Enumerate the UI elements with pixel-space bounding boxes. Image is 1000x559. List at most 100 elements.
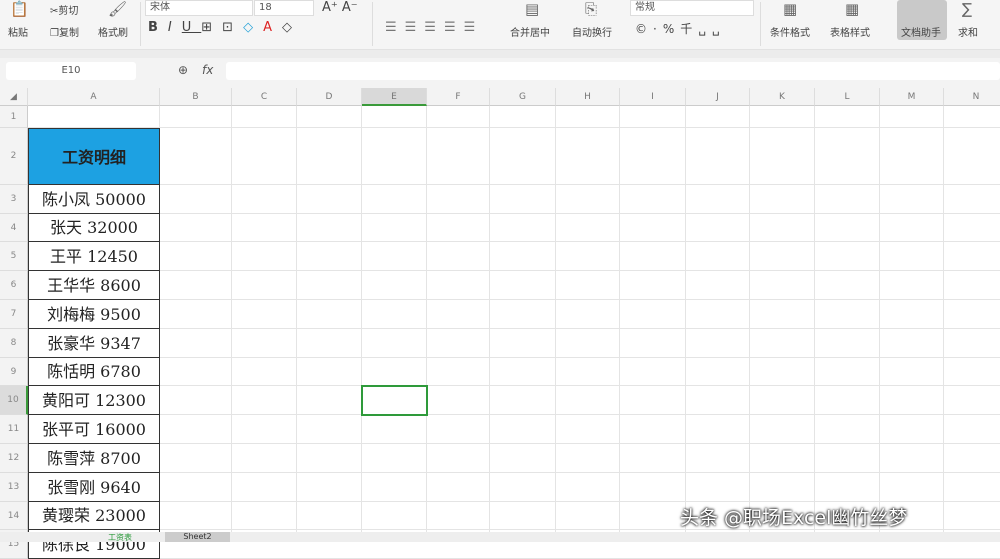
gridline	[879, 106, 880, 532]
sum-button[interactable]: 求和	[958, 24, 978, 39]
gridline	[28, 184, 1000, 185]
brush-icon: 🖌	[108, 0, 128, 18]
conditional-format-button[interactable]: 条件格式	[770, 24, 810, 39]
wrap-text-button[interactable]: 自动换行	[572, 24, 612, 39]
conditional-format-icon: ▦	[783, 0, 798, 18]
gridline	[28, 385, 1000, 386]
divider	[760, 2, 761, 46]
gridline	[28, 299, 1000, 300]
row-header[interactable]: 4	[0, 214, 28, 242]
gridline	[619, 106, 620, 532]
row-header[interactable]: 12	[0, 444, 28, 473]
paste-button[interactable]: 粘贴	[8, 24, 28, 39]
salary-cell[interactable]: 黄璎荣 23000	[28, 502, 160, 530]
divider	[140, 2, 141, 46]
gridline	[685, 106, 686, 532]
doc-helper-button[interactable]: 文档助手	[897, 0, 947, 40]
row-header[interactable]: 11	[0, 415, 28, 444]
column-header[interactable]: H	[556, 88, 620, 106]
sheet-tab[interactable]: 工资表	[108, 532, 132, 543]
column-header[interactable]: L	[815, 88, 880, 106]
copy-button[interactable]: ❐复制	[50, 24, 79, 39]
gridline	[28, 127, 1000, 128]
sheet-tab[interactable]: Sheet2	[165, 532, 230, 542]
column-header[interactable]: N	[944, 88, 1000, 106]
salary-cell[interactable]: 王平 12450	[28, 242, 160, 271]
row-header[interactable]: 2	[0, 128, 28, 185]
number-format-buttons[interactable]: ©·%千␣␣	[635, 20, 725, 37]
font-select[interactable]: 宋体	[145, 0, 253, 16]
cut-button[interactable]: ✂剪切	[50, 2, 78, 17]
row-header[interactable]: 8	[0, 329, 28, 358]
paste-icon: 📋	[10, 0, 29, 18]
column-header[interactable]: G	[490, 88, 556, 106]
column-header[interactable]: M	[880, 88, 944, 106]
salary-cell[interactable]: 张雪刚 9640	[28, 473, 160, 502]
name-box[interactable]: E10	[6, 62, 136, 80]
row-header[interactable]: 14	[0, 502, 28, 530]
table-style-button[interactable]: 表格样式	[830, 24, 870, 39]
gridline	[28, 501, 1000, 502]
font-size-select[interactable]: 18	[254, 0, 314, 16]
column-header[interactable]: E	[362, 88, 427, 106]
gridline	[555, 106, 556, 532]
merge-icon: ▤	[525, 0, 540, 18]
row-header[interactable]: 9	[0, 358, 28, 386]
salary-cell[interactable]: 张天 32000	[28, 214, 160, 242]
column-header[interactable]: I	[620, 88, 686, 106]
formula-bar: E10 ⊕ fx	[0, 58, 1000, 88]
column-header[interactable]: A	[28, 88, 160, 106]
row-header[interactable]: 1	[0, 106, 28, 128]
row-header[interactable]: 6	[0, 271, 28, 300]
row-header[interactable]: 13	[0, 473, 28, 502]
salary-cell[interactable]: 张平可 16000	[28, 415, 160, 444]
copy-label: 复制	[58, 28, 79, 39]
column-header[interactable]: J	[686, 88, 750, 106]
formula-input[interactable]	[226, 62, 1000, 80]
salary-cell[interactable]: 王华华 8600	[28, 271, 160, 300]
format-painter-button[interactable]: 格式刷	[98, 24, 128, 39]
salary-cell[interactable]: 陈雪萍 8700	[28, 444, 160, 473]
align-buttons[interactable]: ☰☰☰☰☰	[385, 20, 483, 35]
gridline	[426, 106, 427, 532]
column-header[interactable]: D	[297, 88, 362, 106]
number-format-select[interactable]: 常规	[630, 0, 754, 16]
divider	[372, 2, 373, 46]
salary-cell[interactable]: 刘梅梅 9500	[28, 300, 160, 329]
column-header[interactable]: K	[750, 88, 815, 106]
fx-button[interactable]: fx	[202, 63, 213, 77]
gridline	[28, 443, 1000, 444]
spreadsheet-grid[interactable]: ◢ A B C D E F G H I J K L M N 1 2 3 4 5 6 7 8 9 10 11 12 13 14 15 工资明…	[0, 88, 1000, 559]
column-header[interactable]: F	[427, 88, 490, 106]
row-header[interactable]: 7	[0, 300, 28, 329]
gridline	[28, 357, 1000, 358]
zoom-icon[interactable]: ⊕	[178, 63, 188, 77]
sigma-icon: ∑	[962, 0, 973, 18]
watermark: 头条 @职场Excel幽竹丝梦	[680, 507, 908, 529]
salary-cell[interactable]: 黄阳可 12300	[28, 386, 160, 415]
column-header[interactable]: C	[232, 88, 297, 106]
row-header[interactable]: 10	[0, 386, 28, 415]
table-header-cell[interactable]: 工资明细	[28, 128, 160, 185]
ribbon-toolbar: 📋 粘贴 ✂剪切 ❐复制 🖌 格式刷 宋体 18 A⁺ A⁻ BIU⊞⊡◇A◇ …	[0, 0, 1000, 50]
gridline	[489, 106, 490, 532]
gridline	[749, 106, 750, 532]
gridline	[231, 106, 232, 532]
merge-center-button[interactable]: 合并居中	[510, 24, 550, 39]
salary-cell[interactable]: 陈小凤 50000	[28, 185, 160, 214]
grow-font-button[interactable]: A⁺ A⁻	[322, 0, 358, 15]
select-all-corner[interactable]: ◢	[0, 88, 28, 106]
row-header[interactable]: 5	[0, 242, 28, 271]
salary-cell[interactable]: 陈恬明 6780	[28, 358, 160, 386]
gridline	[28, 328, 1000, 329]
gridline	[361, 106, 362, 532]
salary-cell[interactable]: 张豪华 9347	[28, 329, 160, 358]
copy-icon: ❐	[50, 28, 59, 39]
font-style-buttons[interactable]: BIU⊞⊡◇A◇	[148, 20, 302, 35]
column-header[interactable]: B	[160, 88, 232, 106]
selected-cell-e10[interactable]	[361, 385, 428, 416]
wrap-icon: ⎘	[585, 0, 598, 18]
gridline	[814, 106, 815, 532]
gridline	[28, 241, 1000, 242]
row-header[interactable]: 3	[0, 185, 28, 214]
